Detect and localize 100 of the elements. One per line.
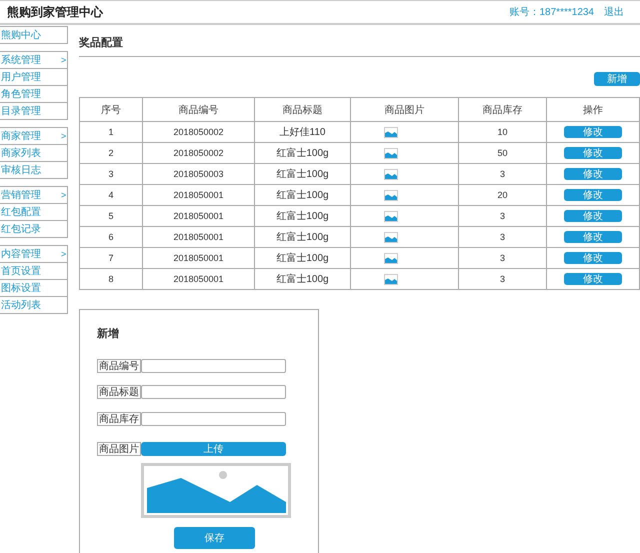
- account-text: 账号：187****1234: [510, 6, 594, 19]
- expand-arrow: >: [61, 131, 66, 141]
- column-header: 商品图片: [350, 98, 458, 122]
- table-cell: 3: [458, 206, 546, 226]
- image-icon: [384, 210, 398, 222]
- sidebar-item[interactable]: 商家列表: [0, 145, 68, 162]
- table-cell: 红富士100g: [254, 248, 350, 268]
- sidebar-label: 审核日志: [1, 164, 41, 177]
- table-cell: 红富士100g: [254, 142, 350, 164]
- sidebar-label: 营销管理: [1, 188, 41, 202]
- edit-button[interactable]: 修改: [564, 189, 622, 201]
- sidebar-label: 内容管理: [1, 248, 41, 261]
- add-button[interactable]: 新增: [594, 72, 640, 86]
- sidebar-label: 红包配置: [1, 206, 41, 219]
- sidebar-item[interactable]: 熊购中心: [0, 26, 68, 44]
- column-header: 商品库存: [458, 98, 546, 122]
- sidebar-label: 用户管理: [1, 70, 41, 84]
- table-cell: 2018050001: [142, 184, 254, 206]
- table-cell: 3: [458, 164, 546, 184]
- input-field[interactable]: [141, 385, 286, 399]
- image-icon: [384, 232, 398, 242]
- edit-button[interactable]: 修改: [564, 126, 622, 138]
- table-cell: 2018050003: [142, 164, 254, 184]
- table-cell: 2018050002: [142, 122, 254, 142]
- input-field[interactable]: [141, 412, 286, 426]
- table-cell: 红富士100g: [254, 268, 350, 290]
- sidebar-item[interactable]: 图标设置: [0, 280, 68, 297]
- table-cell: 红富士100g: [254, 226, 350, 248]
- table-cell: 8: [80, 268, 142, 290]
- table-cell: 50: [458, 142, 546, 164]
- table-cell: 红富士100g: [254, 184, 350, 206]
- column-header: 操作: [546, 98, 640, 122]
- table-cell: 2018050001: [142, 268, 254, 290]
- image-icon: [384, 252, 398, 264]
- table-cell: 2: [80, 142, 142, 164]
- table-cell: 3: [458, 248, 546, 268]
- sidebar-label: 活动列表: [1, 298, 41, 312]
- sidebar-item[interactable]: 目录管理: [0, 103, 68, 120]
- input-field[interactable]: [141, 359, 286, 373]
- edit-button[interactable]: 修改: [564, 252, 622, 264]
- form-title: 新增: [97, 326, 120, 341]
- sidebar-label: 红包记录: [1, 223, 41, 236]
- table-cell: 20: [458, 184, 546, 206]
- table-cell: 10: [458, 122, 546, 142]
- sidebar-group-header[interactable]: 系统管理 >: [0, 51, 68, 69]
- sidebar-item[interactable]: 审核日志: [0, 162, 68, 179]
- table-cell: 6: [80, 226, 142, 248]
- table-cell: 1: [80, 122, 142, 142]
- expand-arrow: >: [61, 55, 66, 65]
- table-cell: 5: [80, 206, 142, 226]
- image-icon: [384, 126, 398, 138]
- logout-link[interactable]: 退出: [604, 5, 624, 19]
- field-label: 商品标题: [97, 385, 141, 399]
- sidebar-item[interactable]: 红包配置: [0, 204, 68, 221]
- sidebar-item[interactable]: 红包记录: [0, 221, 68, 238]
- table-cell: 2018050002: [142, 142, 254, 164]
- page-title: 奖品配置: [79, 25, 640, 57]
- sidebar-label: 首页设置: [1, 264, 41, 278]
- edit-button[interactable]: 修改: [564, 273, 622, 285]
- sidebar-label: 熊购中心: [1, 28, 41, 42]
- column-header: 商品标题: [254, 98, 350, 122]
- table-cell: 2018050001: [142, 206, 254, 226]
- save-button[interactable]: 保存: [174, 527, 255, 549]
- sidebar-item[interactable]: 首页设置: [0, 263, 68, 280]
- sidebar-label: 系统管理: [1, 54, 41, 67]
- table-cell: 3: [458, 226, 546, 248]
- table-cell: 4: [80, 184, 142, 206]
- sidebar-label: 目录管理: [1, 105, 41, 118]
- image-icon: [384, 148, 398, 158]
- sidebar-label: 商家管理: [1, 130, 41, 143]
- upload-button[interactable]: 上传: [141, 442, 286, 456]
- edit-button[interactable]: 修改: [564, 147, 622, 159]
- image-icon: [384, 190, 398, 200]
- sidebar-group-header[interactable]: 商家管理 >: [0, 127, 68, 145]
- table-cell: 3: [458, 268, 546, 290]
- column-header: 商品编号: [142, 98, 254, 122]
- table-cell: 7: [80, 248, 142, 268]
- sidebar-label: 图标设置: [1, 282, 41, 295]
- expand-arrow: >: [61, 190, 66, 200]
- expand-arrow: >: [61, 249, 66, 259]
- image-placeholder-icon: [141, 463, 291, 518]
- table-cell: 红富士100g: [254, 206, 350, 226]
- column-header: 序号: [80, 98, 142, 122]
- edit-button[interactable]: 修改: [564, 210, 622, 222]
- image-icon: [384, 274, 398, 284]
- table-cell: 2018050001: [142, 248, 254, 268]
- sidebar-item[interactable]: 活动列表: [0, 297, 68, 314]
- table-cell: 红富士100g: [254, 164, 350, 184]
- field-label: 商品库存: [97, 412, 141, 426]
- table-cell: 上好佳110: [254, 122, 350, 142]
- field-label: 商品图片: [97, 442, 141, 456]
- edit-button[interactable]: 修改: [564, 168, 622, 180]
- sidebar-group-header[interactable]: 内容管理 >: [0, 245, 68, 263]
- sidebar-label: 商家列表: [1, 146, 41, 160]
- edit-button[interactable]: 修改: [564, 231, 622, 243]
- field-label: 商品编号: [97, 359, 141, 373]
- sidebar-group-header[interactable]: 营销管理 >: [0, 186, 68, 204]
- sidebar-item[interactable]: 角色管理: [0, 86, 68, 103]
- image-icon: [384, 168, 398, 180]
- sidebar-item[interactable]: 用户管理: [0, 69, 68, 86]
